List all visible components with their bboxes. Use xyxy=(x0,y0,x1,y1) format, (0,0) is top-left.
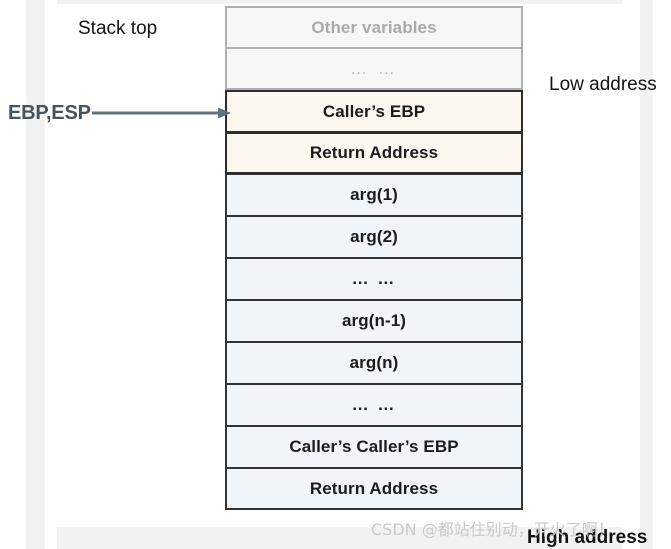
csdn-watermark: CSDN @都站住别动，开火了啊！ xyxy=(371,520,614,539)
label-stack-top: Stack top xyxy=(78,18,158,39)
stack-row-label: … … xyxy=(350,58,398,78)
stack-row-label: Return Address xyxy=(309,143,439,162)
ebp-esp-label: EBP,ESP xyxy=(8,102,91,124)
label-low-address: Low address xyxy=(549,74,657,95)
stack-row: … … xyxy=(225,258,523,300)
stack-row-label: arg(1) xyxy=(350,185,398,204)
stack-row: arg(1) xyxy=(225,174,523,216)
stack-row-label: arg(n-1) xyxy=(341,311,407,330)
stack-row: Return Address xyxy=(225,468,523,510)
stack-row: arg(2) xyxy=(225,216,523,258)
stack-row: Caller’s Caller’s EBP xyxy=(225,426,523,468)
stack-row: arg(n-1) xyxy=(225,300,523,342)
ebp-esp-pointer: EBP,ESP xyxy=(8,99,232,127)
stack-row-label: Return Address xyxy=(309,478,439,498)
stack-row-label: Other variables xyxy=(311,17,437,37)
arrow-right-icon xyxy=(91,107,231,119)
stack-row: arg(n) xyxy=(225,342,523,384)
stack-row: Other variables xyxy=(225,6,523,48)
stack-frame-diagram: Other variables … … Caller’s EBP Return Add… xyxy=(225,6,523,510)
stack-row: … … xyxy=(225,48,523,90)
stack-row-label: … … xyxy=(351,395,397,414)
stack-row: Return Address xyxy=(225,132,523,174)
background-band-left-inner xyxy=(45,0,57,549)
stack-row: Caller’s EBP xyxy=(225,90,523,132)
stack-row-label: … … xyxy=(351,269,397,288)
stack-row-label: Caller’s EBP xyxy=(322,101,426,121)
stack-row: … … xyxy=(225,384,523,426)
stack-row-label: Caller’s Caller’s EBP xyxy=(289,437,459,456)
stack-row-label: arg(2) xyxy=(350,227,398,246)
diagram-canvas: Other variables … … Caller’s EBP Return Add… xyxy=(0,0,671,549)
stack-row-label: arg(n) xyxy=(349,353,399,372)
background-band-left-outer xyxy=(0,0,26,549)
